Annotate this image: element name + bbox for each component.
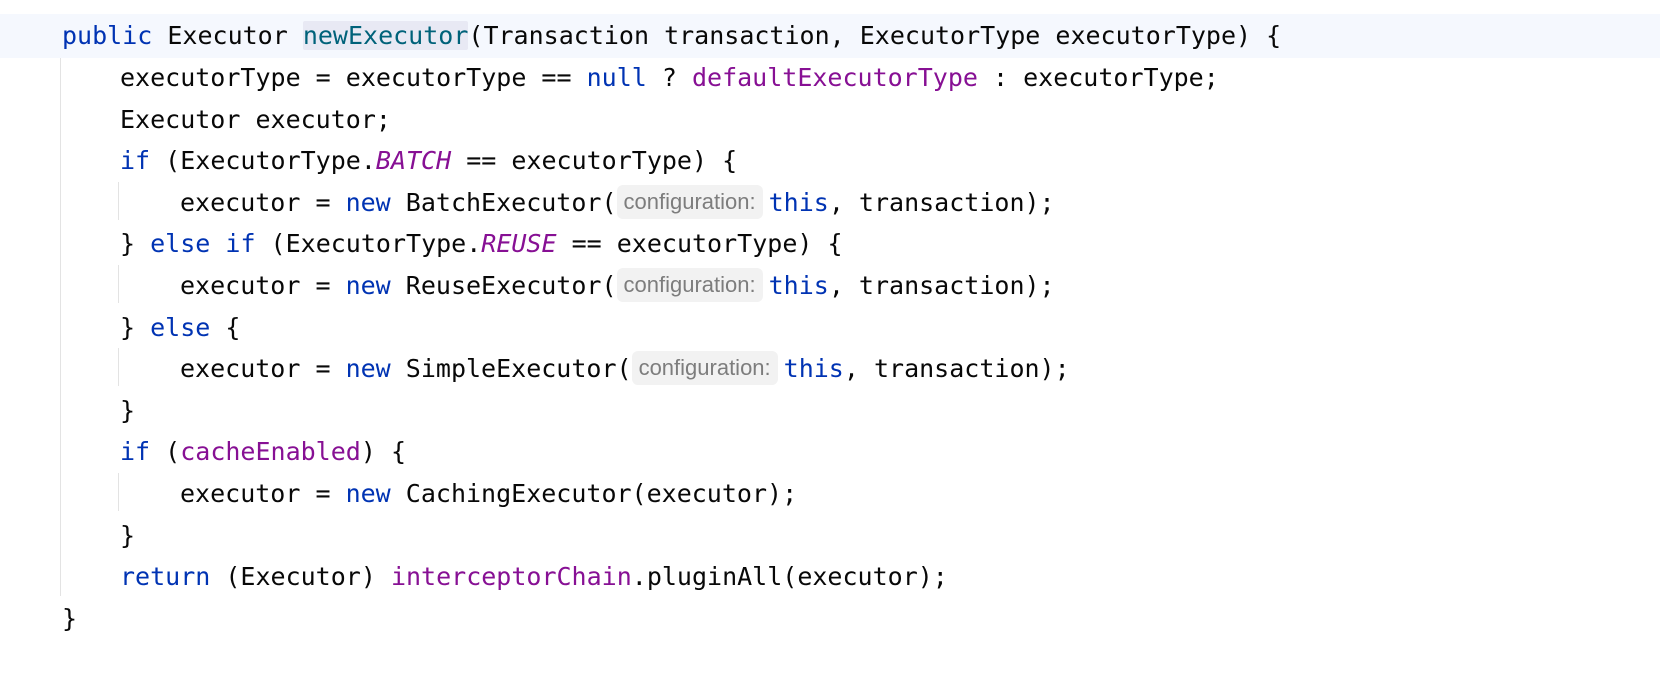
code-line-10[interactable]: }: [0, 389, 1660, 433]
code-text: (: [150, 437, 181, 466]
code-line-7[interactable]: executor = new ReuseExecutor(configurati…: [0, 264, 1660, 308]
code-text: ReuseExecutor(: [390, 271, 617, 300]
code-text: , transaction);: [828, 188, 1055, 217]
parameter-hint: configuration:: [631, 351, 778, 385]
code-text: }: [120, 313, 151, 342]
keyword-new: new: [345, 188, 391, 217]
code-text: (ExecutorType.: [255, 229, 482, 258]
keyword-this: this: [768, 271, 829, 300]
code-text: , transaction);: [828, 271, 1055, 300]
code-text: }: [62, 604, 78, 633]
code-text: executorType = executorType ==: [120, 63, 587, 92]
code-text: executor =: [180, 188, 346, 217]
code-line-3[interactable]: Executor executor;: [0, 98, 1660, 142]
keyword-new: new: [345, 479, 391, 508]
keyword-if: if: [120, 437, 151, 466]
code-text: Executor executor;: [120, 105, 391, 134]
code-text: .pluginAll(executor);: [631, 562, 948, 591]
parameter-hint: configuration:: [616, 268, 763, 302]
field-reference[interactable]: defaultExecutorType: [692, 63, 978, 92]
code-line-5[interactable]: executor = new BatchExecutor(configurati…: [0, 181, 1660, 225]
code-line-11[interactable]: if (cacheEnabled) {: [0, 430, 1660, 474]
code-text: == executorType) {: [451, 146, 738, 175]
code-line-6[interactable]: } else if (ExecutorType.REUSE == executo…: [0, 222, 1660, 266]
code-text: (Executor): [210, 562, 391, 591]
code-line-15[interactable]: }: [0, 597, 1660, 641]
code-line-14[interactable]: return (Executor) interceptorChain.plugi…: [0, 555, 1660, 599]
code-line-2[interactable]: executorType = executorType == null ? de…: [0, 56, 1660, 100]
return-type: Executor: [152, 21, 303, 50]
code-text: }: [120, 396, 136, 425]
keyword-null: null: [586, 63, 647, 92]
keyword-this: this: [783, 354, 844, 383]
code-text: {: [210, 313, 241, 342]
code-editor[interactable]: public Executor newExecutor(Transaction …: [0, 0, 1660, 694]
keyword-else: else: [150, 313, 211, 342]
code-text: executor =: [180, 479, 346, 508]
enum-constant[interactable]: BATCH: [376, 146, 451, 175]
code-text: BatchExecutor(: [390, 188, 617, 217]
code-line-1[interactable]: public Executor newExecutor(Transaction …: [0, 14, 1660, 58]
parameter-list: (Transaction transaction, ExecutorType e…: [468, 21, 1282, 50]
code-text: : executorType;: [977, 63, 1219, 92]
code-line-8[interactable]: } else {: [0, 306, 1660, 350]
keyword-return: return: [120, 562, 211, 591]
field-reference[interactable]: interceptorChain: [391, 562, 632, 591]
code-text: (ExecutorType.: [150, 146, 376, 175]
code-text: }: [120, 521, 136, 550]
keyword-if: if: [225, 229, 256, 258]
code-text: executor =: [180, 271, 346, 300]
keyword-this: this: [768, 188, 829, 217]
keyword-else: else: [150, 229, 211, 258]
parameter-hint: configuration:: [616, 185, 763, 219]
keyword-new: new: [345, 354, 391, 383]
code-line-4[interactable]: if (ExecutorType.BATCH == executorType) …: [0, 139, 1660, 183]
code-text: CachingExecutor(executor);: [390, 479, 798, 508]
code-line-12[interactable]: executor = new CachingExecutor(executor)…: [0, 472, 1660, 516]
code-text: ) {: [360, 437, 406, 466]
code-text: == executorType) {: [556, 229, 843, 258]
code-line-9[interactable]: executor = new SimpleExecutor(configurat…: [0, 347, 1660, 391]
code-line-13[interactable]: }: [0, 514, 1660, 558]
code-text: SimpleExecutor(: [390, 354, 632, 383]
code-text: executor =: [180, 354, 346, 383]
code-text: , transaction);: [843, 354, 1070, 383]
method-name-highlight[interactable]: newExecutor: [302, 21, 469, 50]
keyword-public: public: [62, 21, 153, 50]
keyword-new: new: [345, 271, 391, 300]
field-reference[interactable]: cacheEnabled: [180, 437, 361, 466]
enum-constant[interactable]: REUSE: [481, 229, 556, 258]
keyword-if: if: [120, 146, 151, 175]
code-text: }: [120, 229, 151, 258]
code-text: ?: [646, 63, 692, 92]
